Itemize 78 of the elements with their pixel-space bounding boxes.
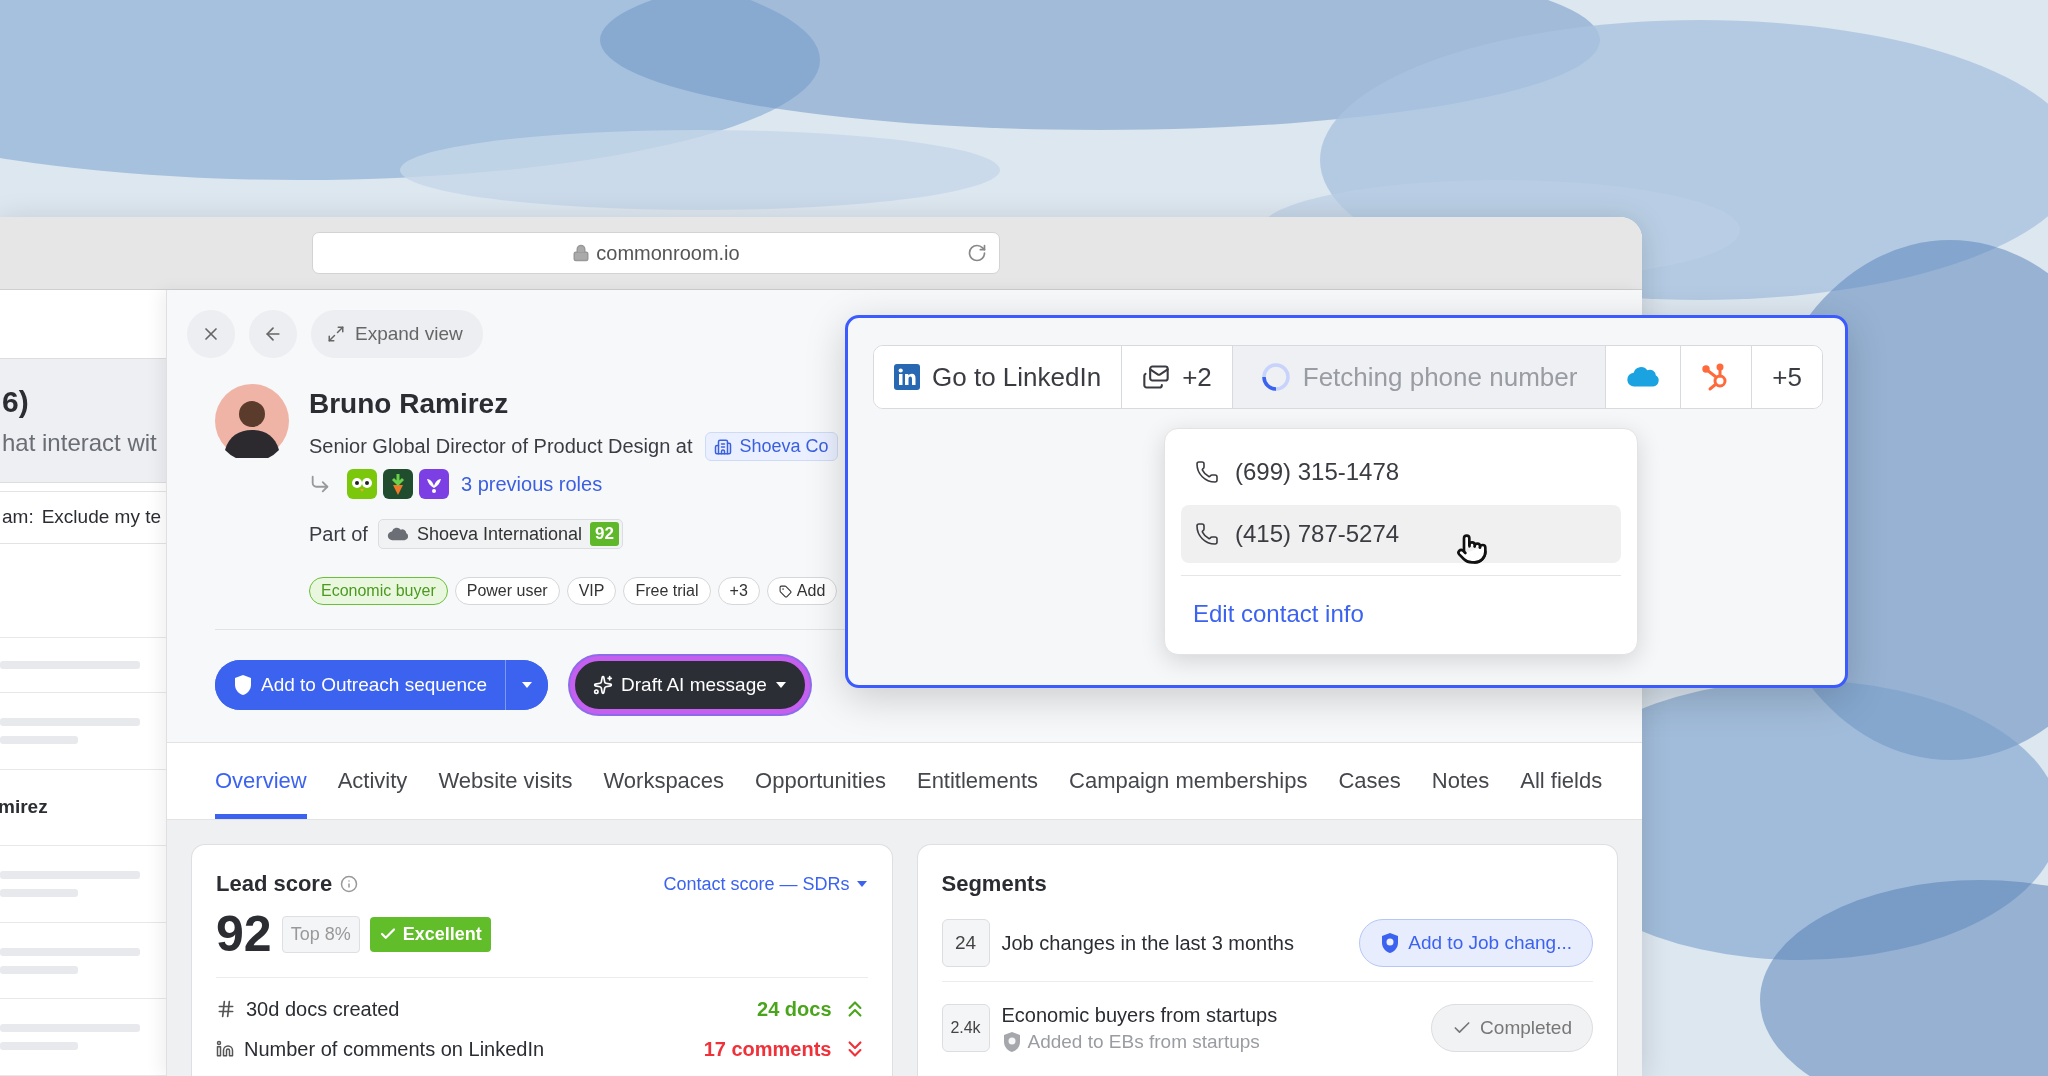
tab[interactable]: Activity [337,743,408,819]
tag-icon [778,584,792,598]
spinner-icon [1260,362,1291,392]
tag-chip[interactable]: +3 [717,577,760,605]
building-icon [713,437,732,456]
list-subtitle: hat interact wit [2,428,158,457]
sparkles-icon [593,675,614,695]
account-score: 92 [590,522,619,546]
segment-title: Economic buyers from startups [1001,1004,1278,1027]
rank-label: Top 8% [281,915,360,953]
address-bar[interactable]: commonroom.io [312,232,1000,274]
linkedin-icon [894,364,920,390]
account-link[interactable]: Shoeva International 92 [377,519,623,549]
contact-name: mirez [0,796,49,819]
card-title: Lead score [216,871,333,897]
add-tag-button[interactable]: Add [766,577,838,605]
hash-icon [216,999,236,1019]
segment-title: Job changes in the last 3 months [1001,931,1294,955]
caret-icon [521,680,534,690]
add-to-sequence-button[interactable]: Add to Outreach sequence [215,660,507,710]
add-to-segment-button[interactable]: Add to Job chang... [1359,919,1593,967]
caret-icon [774,680,787,690]
phone-option[interactable]: (415) 787-5274 [1181,505,1621,563]
linkedin-icon [216,1040,234,1058]
hand-cursor-icon [1456,533,1488,565]
company-link[interactable]: Shoeva Co [704,432,838,461]
metric-value: 17 comments [703,1037,832,1061]
cloud-icon [386,526,409,542]
tab[interactable]: Website visits [438,743,573,819]
info-icon [340,875,359,893]
tab[interactable]: Campaign memberships [1069,743,1308,819]
tab[interactable]: All fields [1520,743,1603,819]
phone-icon [1195,460,1219,484]
url-text: commonroom.io [596,241,740,265]
shield-icon [1001,1031,1022,1053]
tab[interactable]: Opportunities [755,743,886,819]
segment-count: 24 [941,919,990,967]
return-arrow-icon [309,473,331,495]
tag-chip[interactable]: VIP [566,577,617,605]
filter-label: am: [2,506,34,529]
tab[interactable]: Entitlements [916,743,1038,819]
close-button[interactable] [187,310,235,358]
lead-score-value: 92 [216,905,272,963]
lock-icon [572,244,591,262]
metric-value: 24 docs [757,997,832,1021]
previous-roles-link[interactable]: 3 previous roles [461,472,603,496]
linkedin-button[interactable]: Go to LinkedIn [874,346,1123,408]
completed-button[interactable]: Completed [1431,1004,1593,1052]
metric-label: Number of comments on LinkedIn [244,1037,545,1061]
filter-value: Exclude my te [41,506,161,529]
tab[interactable]: Workspaces [603,743,725,819]
draft-ai-message-button[interactable]: Draft AI message [570,656,810,714]
tab[interactable]: Cases [1338,743,1401,819]
list-title: 6) [2,384,30,419]
part-of-label: Part of [309,522,368,546]
tab[interactable]: Notes [1431,743,1490,819]
segment-count: 2.4k [941,1004,990,1052]
contact-name: Bruno Ramirez [309,388,510,420]
expand-icon [327,325,345,343]
phone-option[interactable]: (699) 315-1478 [1181,443,1621,501]
cloud-icon [1626,365,1661,389]
phone-icon [1195,522,1219,546]
caret-icon [855,879,868,889]
shield-icon [233,674,253,696]
card-title: Segments [941,871,1047,897]
back-button[interactable] [249,310,297,358]
tag-chip[interactable]: Free trial [623,577,711,605]
job-title: Senior Global Director of Product Design at [309,435,693,458]
segment-note: Added to EBs from startups [1027,1031,1260,1053]
tag-chip[interactable]: Power user [454,577,560,605]
rating-badge: Excellent [369,916,491,952]
mail-icon [1142,363,1171,391]
edit-contact-link[interactable]: Edit contact info [1181,600,1621,628]
metric-label: 30d docs created [246,997,400,1021]
expand-view-button[interactable]: Expand view [311,310,483,358]
shield-icon [1380,932,1401,954]
score-model-dropdown[interactable]: Contact score — SDRs [663,873,868,895]
reload-icon[interactable] [967,243,987,263]
